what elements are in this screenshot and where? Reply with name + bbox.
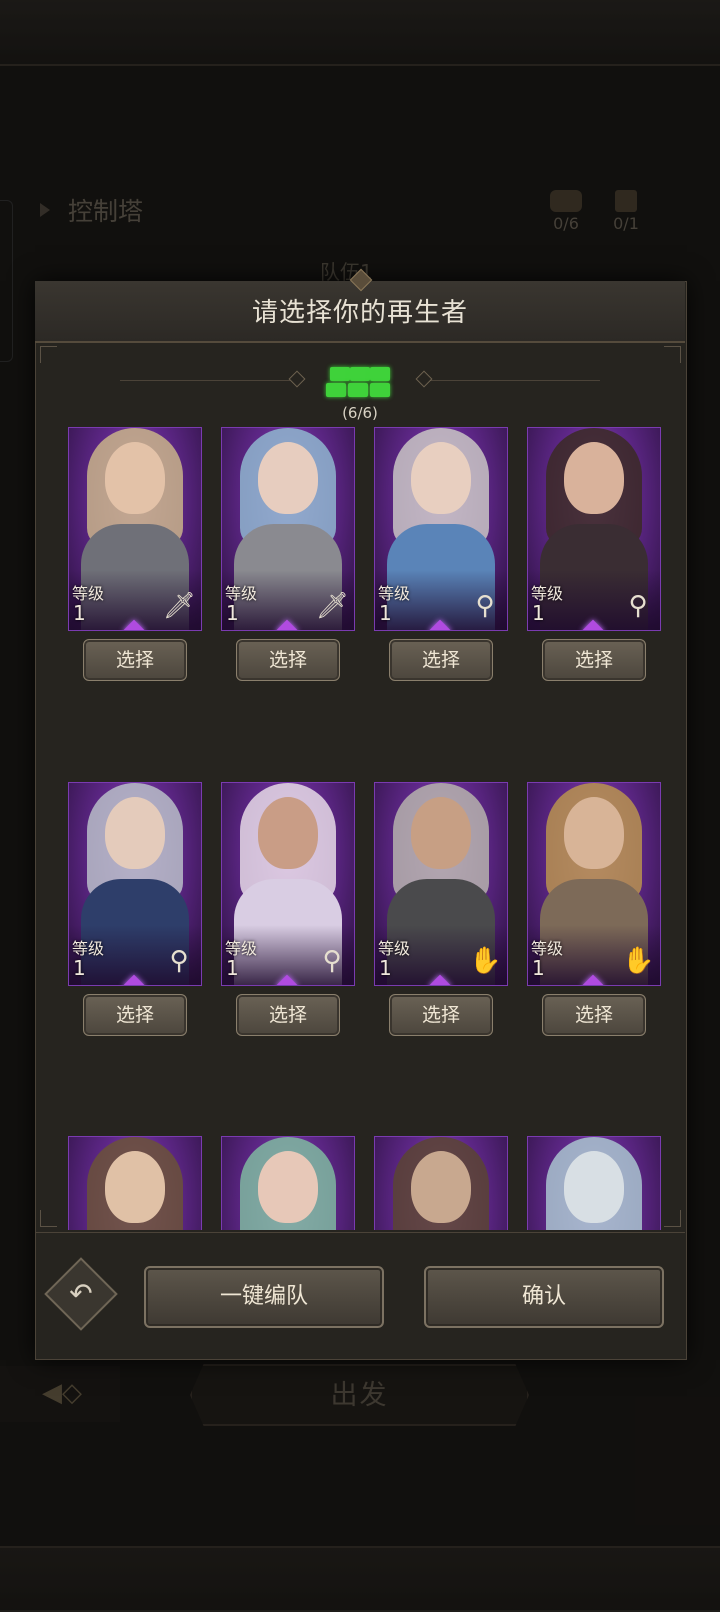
hero-portrait-face: [564, 797, 624, 869]
sword-icon: 🗡: [163, 591, 197, 621]
team-slot-filled: [330, 367, 350, 381]
select-hero-button[interactable]: 选择: [83, 639, 187, 681]
modal-title: 请选择你的再生者: [251, 298, 468, 328]
hand-icon: ✋: [622, 946, 655, 976]
hero-grid[interactable]: 等级 1 🗡 选择 等级 1 🗡 选择 等级 1 ⚲ 选择 等级 1 ⚲ 选择 等级 1 ⚲ 选择 等级 1 ⚲ 选择 等级 1 ✋…: [60, 425, 670, 1230]
select-hero-button[interactable]: 选择: [542, 639, 646, 681]
hero-level-value: 1: [226, 601, 239, 625]
hero-card[interactable]: 等级 1 ⚲: [221, 782, 355, 986]
corner-ornament: [664, 346, 681, 363]
hero-portrait-face: [258, 797, 318, 869]
corner-ornament: [664, 1210, 681, 1227]
team-slots-icon: [326, 365, 394, 399]
hero-portrait-face: [411, 442, 471, 514]
hero-card[interactable]: 等级 1 ⚲: [527, 427, 661, 631]
hero-card[interactable]: [527, 1136, 661, 1230]
team-slot-filled: [370, 367, 390, 381]
hero-card[interactable]: 等级 1 ⚲: [374, 427, 508, 631]
hero-level-value: 1: [532, 956, 545, 980]
hero-level-value: 1: [73, 956, 86, 980]
team-slot-filled: [370, 383, 390, 397]
sword-icon: 🗡: [316, 591, 350, 621]
select-hero-button[interactable]: 选择: [389, 639, 493, 681]
hero-portrait-face: [105, 797, 165, 869]
hero-portrait-face: [258, 1151, 318, 1223]
team-slot-filled: [326, 383, 346, 397]
hero-card[interactable]: 等级 1 ✋: [527, 782, 661, 986]
undo-icon: ↶: [69, 1277, 93, 1310]
divider-line: [430, 380, 600, 381]
select-hero-button[interactable]: 选择: [389, 994, 493, 1036]
hero-portrait-face: [105, 442, 165, 514]
hero-level-value: 1: [379, 956, 392, 980]
hero-card[interactable]: 等级 1 ✋: [374, 782, 508, 986]
hero-portrait-face: [258, 442, 318, 514]
hero-card[interactable]: [221, 1136, 355, 1230]
staff-icon: ⚲: [628, 591, 648, 621]
hero-level-value: 1: [73, 601, 86, 625]
hero-card[interactable]: [68, 1136, 202, 1230]
hero-level-value: 1: [379, 601, 392, 625]
hero-card[interactable]: 等级 1 🗡: [68, 427, 202, 631]
hero-level-value: 1: [226, 956, 239, 980]
hero-portrait-face: [105, 1151, 165, 1223]
select-hero-button[interactable]: 选择: [236, 639, 340, 681]
hero-card[interactable]: 等级 1 ⚲: [68, 782, 202, 986]
staff-icon: ⚲: [169, 946, 189, 976]
team-count: (6/6): [342, 404, 378, 422]
select-hero-button[interactable]: 选择: [83, 994, 187, 1036]
confirm-button[interactable]: 确认: [424, 1266, 664, 1328]
team-slot-filled: [350, 367, 370, 381]
footer-divider: [35, 1232, 685, 1233]
divider-line: [120, 380, 290, 381]
hero-portrait-face: [411, 1151, 471, 1223]
hero-card[interactable]: [374, 1136, 508, 1230]
select-hero-button[interactable]: 选择: [236, 994, 340, 1036]
hero-portrait-face: [411, 797, 471, 869]
staff-icon: ⚲: [475, 591, 495, 621]
hero-portrait-face: [564, 1151, 624, 1223]
staff-icon: ⚲: [322, 946, 342, 976]
team-slot-filled: [348, 383, 368, 397]
hero-card[interactable]: 等级 1 🗡: [221, 427, 355, 631]
auto-team-button[interactable]: 一键编队: [144, 1266, 384, 1328]
corner-ornament: [40, 346, 57, 363]
select-hero-button[interactable]: 选择: [542, 994, 646, 1036]
hero-level-value: 1: [532, 601, 545, 625]
hero-portrait-face: [564, 442, 624, 514]
corner-ornament: [40, 1210, 57, 1227]
hand-icon: ✋: [469, 946, 502, 976]
